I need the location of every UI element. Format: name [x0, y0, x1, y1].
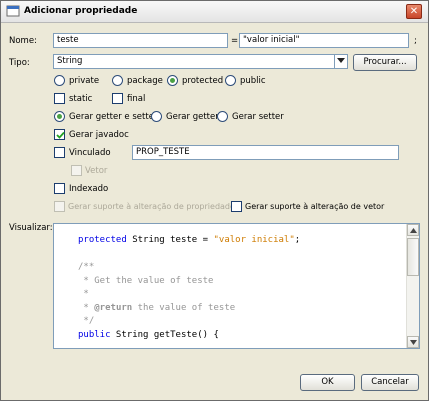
code-line: *: [78, 289, 89, 299]
code-line: protected String teste = "valor inicial"…: [78, 235, 301, 245]
cancel-button[interactable]: Cancelar: [361, 374, 419, 391]
vertical-scrollbar[interactable]: [406, 224, 419, 348]
bound-constant-field[interactable]: PROP_TESTE: [132, 145, 399, 160]
chevron-down-icon[interactable]: [334, 55, 347, 68]
semicolon: ;: [414, 36, 417, 46]
radio-setter-label: Gerar setter: [232, 112, 284, 122]
javadoc-label: Gerar javadoc: [69, 130, 129, 140]
app-icon: [6, 4, 20, 18]
final-checkbox[interactable]: [112, 93, 123, 104]
bound-checkbox[interactable]: [54, 147, 65, 158]
code-token: "valor inicial": [213, 235, 295, 245]
veto-change-support-label: Gerar suporte à alteração de vetor: [245, 202, 385, 211]
window-title: Adicionar propriedade: [24, 6, 138, 16]
property-change-support-label: Gerar suporte à alteração de propriedade: [68, 202, 235, 211]
property-change-support-checkbox[interactable]: [54, 201, 65, 212]
veto-checkbox[interactable]: [71, 165, 82, 176]
radio-protected-label: protected: [182, 76, 224, 86]
radio-getter[interactable]: [151, 111, 162, 122]
veto-change-support-checkbox[interactable]: [231, 201, 242, 212]
bound-label: Vinculado: [69, 148, 111, 158]
radio-setter[interactable]: [217, 111, 228, 122]
code-line: * Get the value of teste: [78, 275, 214, 286]
radio-getter-setter[interactable]: [54, 111, 65, 122]
equals-sign: =: [231, 36, 239, 46]
veto-label: Vetor: [85, 166, 108, 176]
indexed-checkbox[interactable]: [54, 183, 65, 194]
code-line: */: [78, 316, 95, 326]
scroll-down-icon[interactable]: [407, 336, 419, 348]
scroll-up-icon[interactable]: [407, 224, 419, 236]
radio-getter-setter-label: Gerar getter e setter: [69, 112, 158, 122]
title-bar: Adicionar propriedade ✕: [1, 1, 428, 23]
javadoc-checkbox[interactable]: [54, 129, 65, 140]
radio-public[interactable]: [225, 75, 236, 86]
final-label: final: [127, 94, 146, 104]
code-text: protected String teste = "valor inicial"…: [78, 234, 398, 342]
radio-getter-label: Gerar getter: [166, 112, 219, 122]
code-preview[interactable]: protected String teste = "valor inicial"…: [53, 223, 420, 349]
radio-package[interactable]: [112, 75, 123, 86]
code-line: * @return the value of teste: [78, 302, 236, 313]
preview-label: Visualizar:: [9, 223, 53, 233]
name-field[interactable]: teste: [53, 33, 228, 48]
name-label: Nome:: [9, 36, 37, 46]
code-line: public String getTeste() {: [78, 329, 219, 340]
type-combo[interactable]: String: [53, 54, 348, 69]
radio-package-label: package: [127, 76, 163, 86]
check-icon: [56, 131, 65, 139]
code-line: /**: [78, 262, 95, 272]
indexed-label: Indexado: [69, 184, 109, 194]
static-label: static: [69, 94, 93, 104]
radio-private-label: private: [69, 76, 100, 86]
scrollbar-thumb[interactable]: [407, 238, 419, 276]
code-token: protected: [78, 235, 127, 245]
type-label: Tipo:: [9, 58, 30, 68]
code-token: @return: [94, 302, 133, 313]
ok-button[interactable]: OK: [300, 374, 355, 391]
add-property-dialog: Adicionar propriedade ✕ Nome: teste = "v…: [0, 0, 429, 401]
radio-protected[interactable]: [167, 75, 178, 86]
browse-button[interactable]: Procurar...: [353, 54, 417, 71]
initial-value-field[interactable]: "valor inicial": [239, 33, 409, 48]
code-token: public: [78, 329, 111, 340]
radio-private[interactable]: [54, 75, 65, 86]
type-combo-value: String: [57, 56, 83, 66]
radio-public-label: public: [240, 76, 266, 86]
close-icon: ✕: [409, 6, 419, 17]
static-checkbox[interactable]: [54, 93, 65, 104]
close-button[interactable]: ✕: [406, 4, 422, 19]
